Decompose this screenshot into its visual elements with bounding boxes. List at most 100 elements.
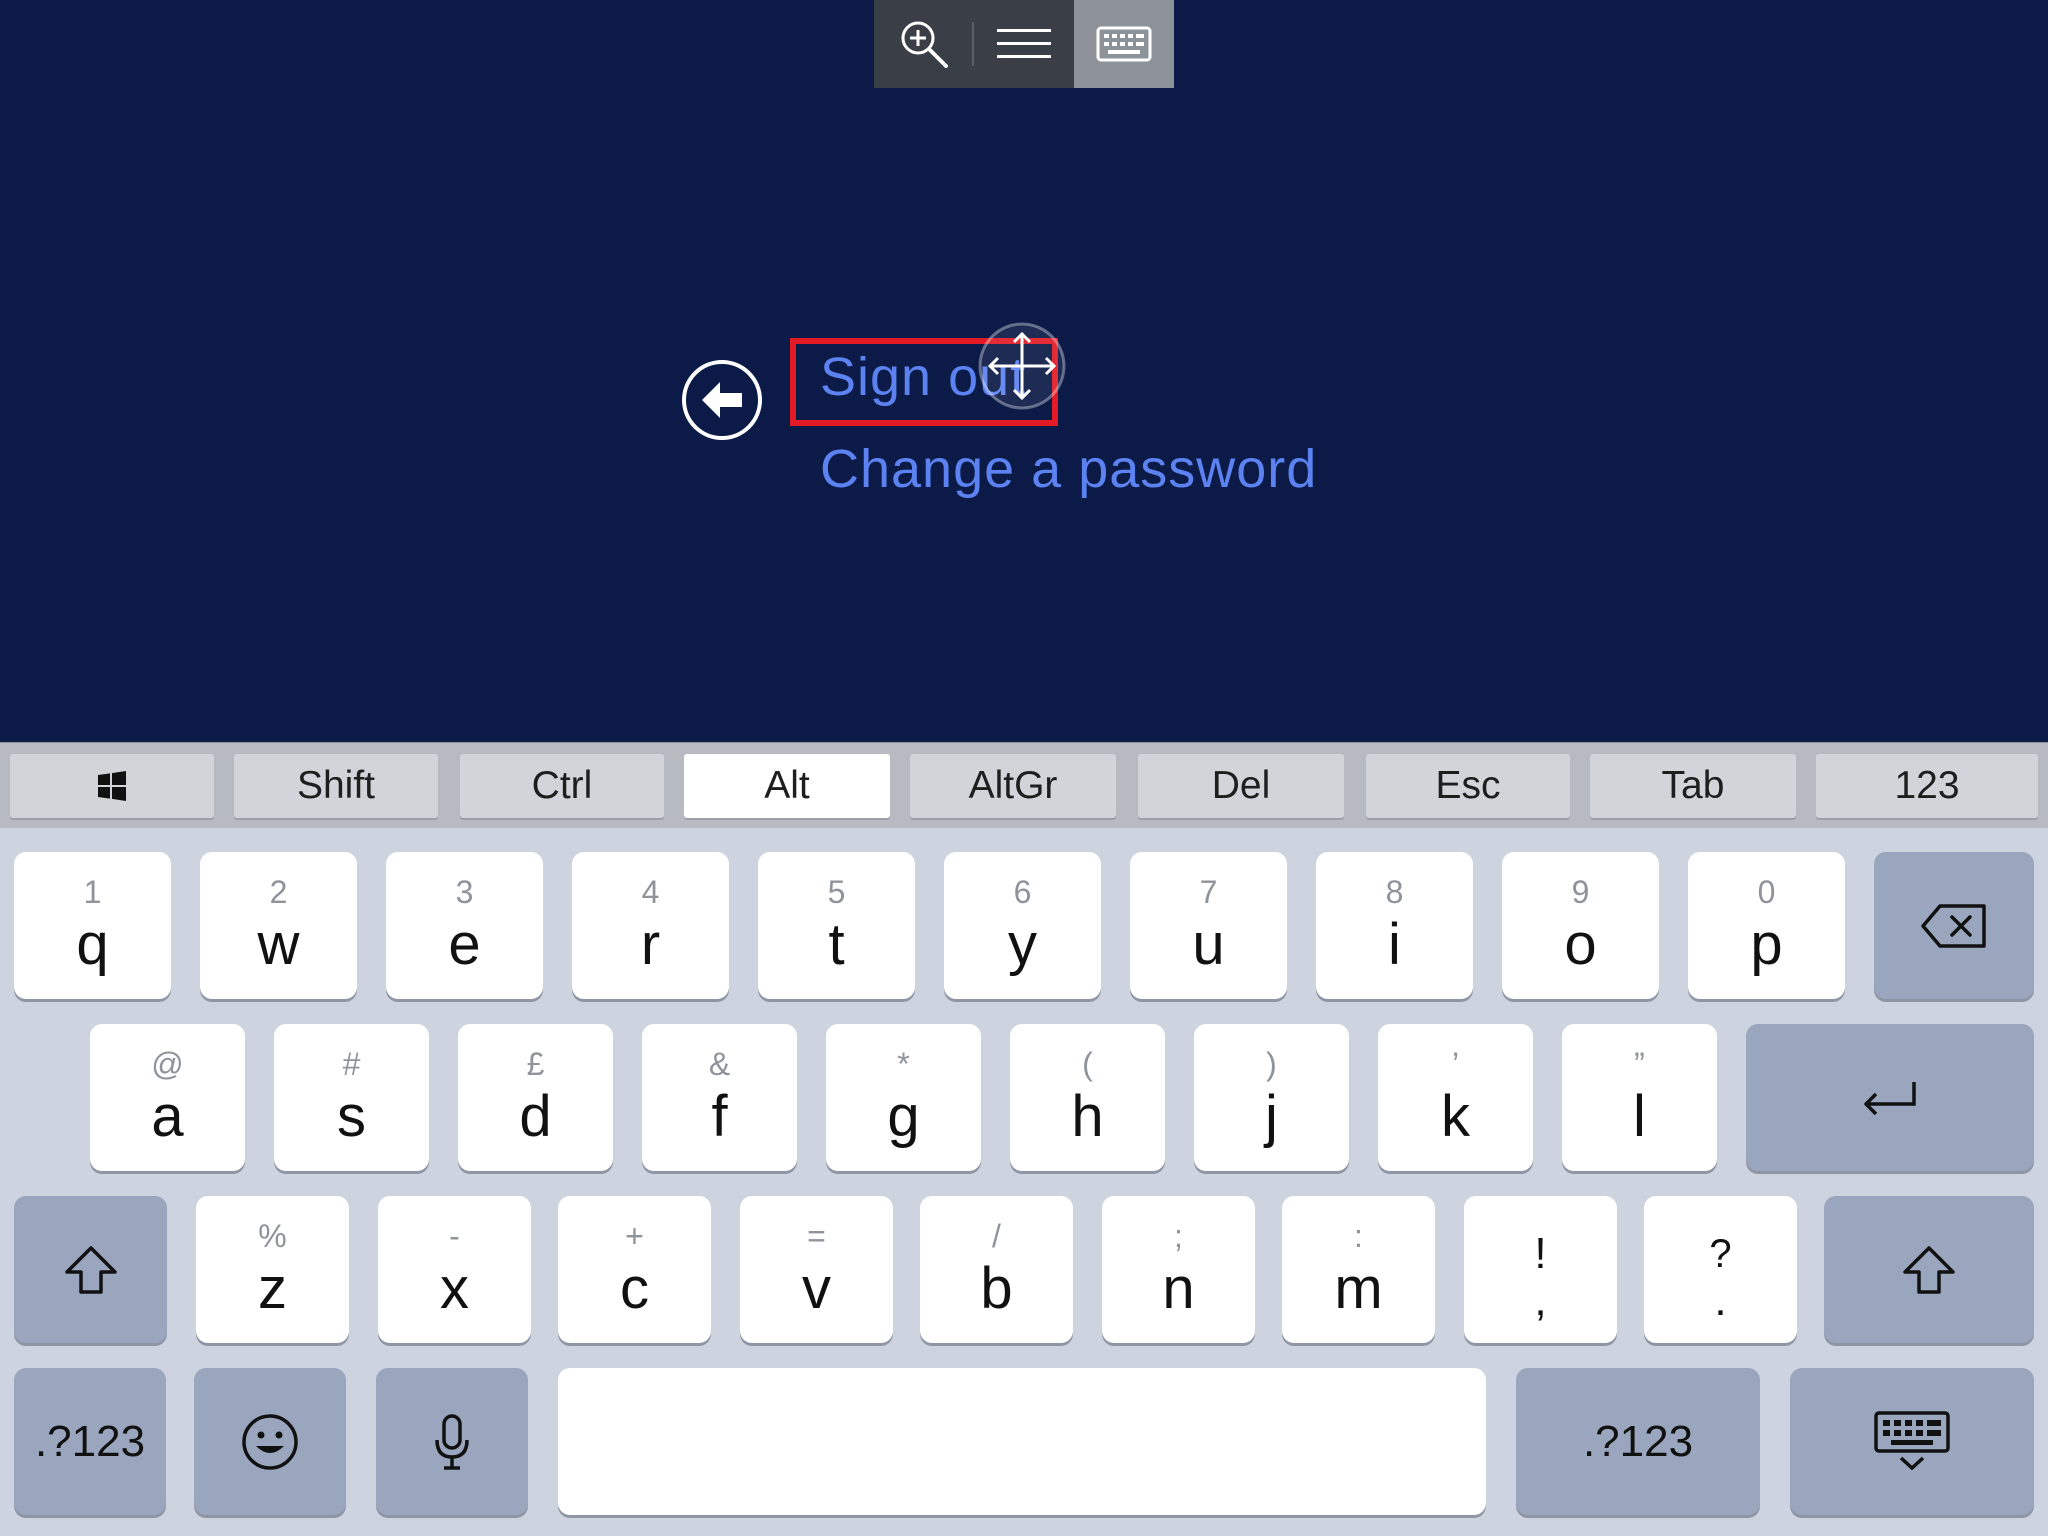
key-alt-char: 6 [1013, 874, 1032, 910]
key-j[interactable]: ) j [1194, 1024, 1349, 1171]
shift-modifier-key[interactable]: Shift [234, 754, 438, 818]
space-key[interactable] [558, 1368, 1486, 1515]
key-m[interactable]: :m [1282, 1196, 1435, 1343]
key-alt-char: 5 [827, 874, 846, 910]
key-l[interactable]: ” l [1562, 1024, 1717, 1171]
key-alt-char: # [342, 1046, 361, 1082]
key-alt-char: : [1354, 1218, 1363, 1254]
windows-icon [98, 771, 126, 801]
key-d[interactable]: £ d [458, 1024, 613, 1171]
key-k[interactable]: ’ k [1378, 1024, 1533, 1171]
move-cursor-icon [978, 322, 1066, 410]
key-a[interactable]: @ a [90, 1024, 245, 1171]
key-char: , [1534, 1276, 1547, 1325]
on-screen-keyboard: 1q 2w 3e 4r 5t 6y 7u 8i 9o 0p @ a # s £ d &… [0, 828, 2048, 1536]
key-char: r [640, 912, 661, 977]
key-i[interactable]: 8i [1316, 852, 1473, 999]
key-alt-char: ” [1634, 1046, 1645, 1082]
key-char: z [258, 1256, 287, 1321]
key-char: v [802, 1256, 831, 1321]
return-key[interactable] [1746, 1024, 2034, 1171]
key-alt-char: 3 [455, 874, 474, 910]
key-char: x [440, 1256, 469, 1321]
shift-left-key[interactable] [14, 1196, 167, 1343]
key-char: e [448, 912, 481, 977]
key-alt-char: ’ [1451, 1046, 1460, 1082]
key-char: o [1564, 912, 1597, 977]
key-p[interactable]: 0p [1688, 852, 1845, 999]
zoom-in-icon [901, 21, 948, 68]
key-c[interactable]: + c [558, 1196, 711, 1343]
backspace-icon [1921, 903, 1986, 948]
esc-key[interactable]: Esc [1366, 754, 1570, 818]
key-comma[interactable]: !, [1464, 1196, 1617, 1343]
key-alt-char: ? [1709, 1232, 1732, 1276]
key-period[interactable]: ?. [1644, 1196, 1797, 1343]
alt-key[interactable]: Alt [684, 754, 890, 818]
backspace-key[interactable] [1874, 852, 2034, 999]
altgr-key[interactable]: AltGr [910, 754, 1116, 818]
key-alt-char: 9 [1571, 874, 1590, 910]
key-alt-char: ( [1082, 1046, 1093, 1082]
session-toolbar [874, 0, 1174, 88]
key-n[interactable]: ; n [1102, 1196, 1255, 1343]
key-alt-char: - [449, 1218, 460, 1254]
key-char: p [1750, 912, 1783, 977]
key-alt-char: 7 [1199, 874, 1218, 910]
key-g[interactable]: * g [826, 1024, 981, 1171]
key-alt-char: £ [526, 1046, 545, 1082]
change-password-link[interactable]: Change a password [820, 438, 1317, 500]
key-alt-char: * [897, 1046, 910, 1082]
toolbar-divider [972, 22, 974, 66]
key-s[interactable]: # s [274, 1024, 429, 1171]
zoom-button[interactable] [874, 0, 974, 88]
back-button[interactable] [680, 358, 764, 442]
dictation-key[interactable] [376, 1368, 528, 1515]
numbers-key-label: .?123 [34, 1416, 146, 1466]
emoji-key[interactable] [194, 1368, 346, 1515]
menu-button[interactable] [974, 0, 1074, 88]
key-char: s [337, 1084, 366, 1149]
back-arrow-icon [682, 360, 762, 440]
key-char: b [980, 1256, 1013, 1321]
numbers-key-left[interactable]: .?123 [14, 1368, 166, 1515]
key-char: q [76, 912, 109, 977]
key-o[interactable]: 9o [1502, 852, 1659, 999]
hide-keyboard-key[interactable] [1790, 1368, 2034, 1515]
key-r[interactable]: 4r [572, 852, 729, 999]
key-u[interactable]: 7u [1130, 852, 1287, 999]
key-char: w [257, 912, 300, 977]
key-v[interactable]: = v [740, 1196, 893, 1343]
key-alt-char: / [992, 1218, 1001, 1254]
key-char: l [1633, 1084, 1646, 1149]
key-alt-char: 8 [1385, 874, 1404, 910]
key-char: t [828, 912, 845, 977]
ctrl-key[interactable]: Ctrl [460, 754, 664, 818]
key-h[interactable]: (h [1010, 1024, 1165, 1171]
key-b[interactable]: / b [920, 1196, 1073, 1343]
key-char: . [1714, 1276, 1727, 1325]
numbers-modifier-key[interactable]: 123 [1816, 754, 2038, 818]
del-key[interactable]: Del [1138, 754, 1344, 818]
emoji-icon [242, 1413, 298, 1470]
key-y[interactable]: 6y [944, 852, 1101, 999]
keyboard-toggle-button[interactable] [1074, 0, 1174, 88]
key-char: a [151, 1084, 184, 1149]
key-t[interactable]: 5t [758, 852, 915, 999]
key-w[interactable]: 2w [200, 852, 357, 999]
windows-key[interactable] [10, 754, 214, 818]
key-q[interactable]: 1q [14, 852, 171, 999]
shift-right-key[interactable] [1824, 1196, 2034, 1343]
tab-key[interactable]: Tab [1590, 754, 1796, 818]
key-char: g [887, 1084, 920, 1149]
key-alt-char: 4 [641, 874, 660, 910]
key-alt-char: 1 [83, 874, 102, 910]
key-f[interactable]: & f [642, 1024, 797, 1171]
key-char: u [1192, 912, 1225, 977]
key-x[interactable]: -x [378, 1196, 531, 1343]
numbers-key-right[interactable]: .?123 [1516, 1368, 1760, 1515]
shift-icon [64, 1245, 117, 1294]
key-alt-char: 2 [269, 874, 288, 910]
key-e[interactable]: 3e [386, 852, 543, 999]
key-z[interactable]: % z [196, 1196, 349, 1343]
